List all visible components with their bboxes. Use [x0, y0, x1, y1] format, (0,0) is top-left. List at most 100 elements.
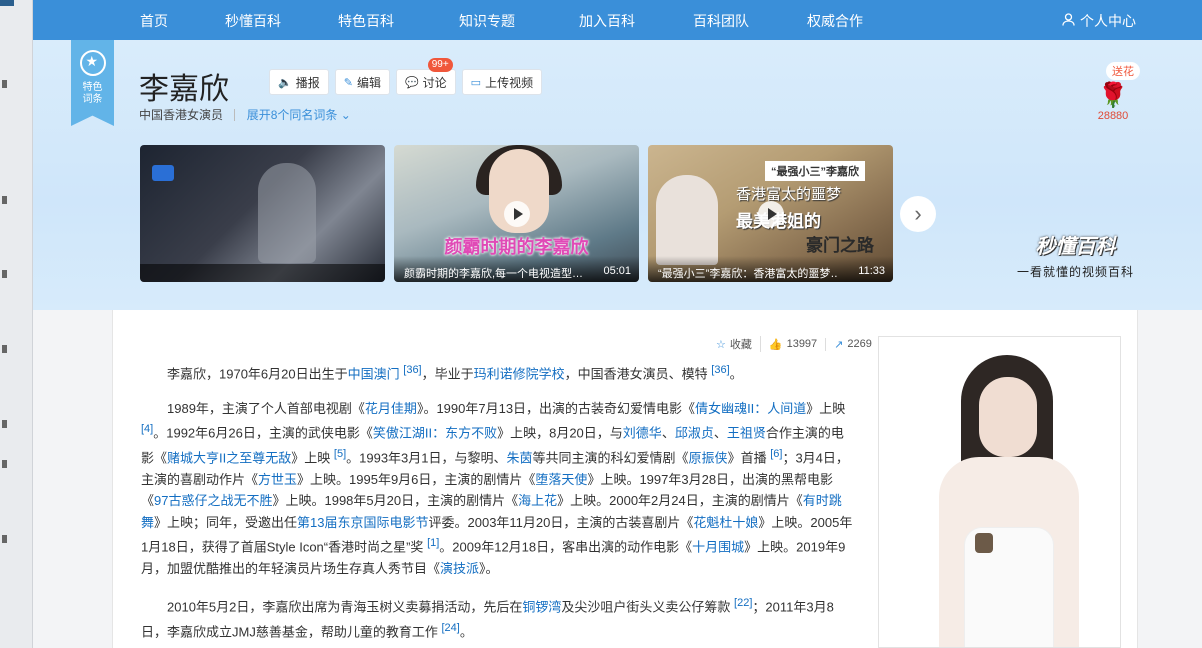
citation[interactable]: [22]: [734, 597, 752, 609]
broadcast-label: 播报: [295, 75, 320, 90]
edge-mark: [2, 345, 7, 353]
play-icon[interactable]: [758, 201, 784, 227]
star-icon: ☆: [716, 338, 726, 351]
link-film[interactable]: 方世玉: [258, 472, 297, 487]
link-film[interactable]: 花月佳期: [365, 401, 417, 416]
favorite-button[interactable]: ☆ 收藏: [708, 336, 761, 352]
send-flower-widget[interactable]: 送花 🌹 28880: [1083, 62, 1143, 122]
nav-join[interactable]: 加入百科: [579, 11, 635, 31]
video-card[interactable]: 颜霸时期的李嘉欣 颜霸时期的李嘉欣,每一个电视造型… 05:01: [394, 145, 639, 282]
edit-button[interactable]: ✎ 编辑: [334, 69, 390, 95]
link-film[interactable]: 赌城大亨II之至尊无敌: [167, 450, 291, 465]
expand-homonyms-link[interactable]: 展开8个同名词条 ⌄: [247, 108, 351, 122]
link-person[interactable]: 王祖贤: [727, 426, 766, 441]
citation[interactable]: [1]: [427, 537, 439, 549]
citation[interactable]: [4]: [141, 423, 153, 435]
nav-miaodong[interactable]: 秒懂百科: [225, 11, 281, 31]
edge-mark: [2, 80, 7, 88]
rose-icon: 🌹: [1098, 82, 1128, 109]
nav-topics[interactable]: 知识专题: [459, 11, 515, 31]
paragraph-intro: 李嘉欣，1970年6月20日出生于中国澳门 [36]，毕业于玛利诺修院学校，中国…: [167, 364, 743, 382]
pencil-icon: ✎: [343, 76, 353, 89]
video-subtitle-strip: [140, 264, 385, 282]
citation[interactable]: [36]: [711, 364, 729, 376]
brand-slogan: 一看就懂的视频百科: [1017, 265, 1135, 279]
nav-featured[interactable]: 特色百科: [338, 11, 394, 31]
chevron-right-icon: ›: [914, 201, 922, 226]
video-caption: “最强小三”李嘉欣：香港富太的噩梦… 11:33: [648, 256, 893, 282]
citation[interactable]: [6]: [770, 448, 782, 460]
window-corner: [0, 0, 14, 6]
entry-header: 特色 词条 李嘉欣 🔈 播报 ✎ 编辑 💬 讨论 99+ ▭ 上传视频 中国香港…: [33, 40, 1202, 310]
link-film[interactable]: 花魁杜十娘: [693, 515, 758, 530]
nav-partners[interactable]: 权威合作: [807, 11, 863, 31]
carousel-next-button[interactable]: ›: [900, 196, 936, 232]
nav-home[interactable]: 首页: [140, 11, 168, 31]
link-person[interactable]: 邱淑贞: [675, 426, 714, 441]
flower-count: 28880: [1097, 110, 1129, 122]
share-button[interactable]: ↗ 2269: [826, 338, 880, 351]
citation[interactable]: [36]: [403, 364, 421, 376]
video-overlay-line1: 香港富太的噩梦: [736, 186, 842, 203]
video-camera-icon: ▭: [470, 76, 482, 89]
edge-mark: [2, 196, 7, 204]
send-flower-label: 送花: [1106, 62, 1140, 80]
upload-video-label: 上传视频: [485, 75, 534, 90]
badge-line1: 特色: [82, 82, 103, 93]
link-person[interactable]: 刘德华: [623, 426, 662, 441]
edit-label: 编辑: [356, 75, 381, 90]
link-school[interactable]: 玛利诺修院学校: [474, 366, 565, 381]
citation[interactable]: [5]: [334, 448, 346, 460]
desktop-left-edge: [0, 0, 33, 648]
entry-subtitle-row: 中国香港女演员 展开8个同名词条 ⌄: [139, 106, 351, 123]
brand-logo: 秒懂百科: [1035, 236, 1116, 258]
link-film[interactable]: 十月围城: [692, 540, 744, 555]
nav-team[interactable]: 百科团队: [693, 11, 749, 31]
video-card[interactable]: “最强小三”李嘉欣 香港富太的噩梦 最美港姐的 豪门之路 “最强小三”李嘉欣：香…: [648, 145, 893, 282]
like-count: 13997: [786, 338, 818, 350]
link-film[interactable]: 海上花: [518, 493, 557, 508]
chevron-down-icon: ⌄: [340, 108, 351, 122]
play-icon[interactable]: [504, 201, 530, 227]
link-person[interactable]: 朱茵: [507, 450, 533, 465]
link-film[interactable]: 堕落天使: [535, 472, 587, 487]
paragraph-charity: 2010年5月2日，李嘉欣出席为青海玉树义卖募捐活动，先后在铜锣湾及尖沙咀户街头…: [141, 596, 834, 639]
video-card[interactable]: [140, 145, 385, 282]
discuss-button[interactable]: 💬 讨论 99+: [395, 58, 456, 95]
badge-line2: 词条: [82, 94, 103, 105]
miaodong-brand: 秒懂百科 一看就懂的视频百科: [1017, 230, 1134, 280]
user-center-label: 个人中心: [1080, 13, 1136, 29]
video-thumbnail-figure: [258, 163, 316, 263]
link-festival[interactable]: 第13届东京国际电影节: [297, 515, 428, 530]
upload-video-button[interactable]: ▭ 上传视频: [461, 69, 543, 95]
comment-icon: 💬: [404, 76, 419, 89]
broadcast-button[interactable]: 🔈 播报: [269, 69, 329, 95]
article-meta: ☆ 收藏 👍 13997 ↗ 2269: [708, 336, 880, 352]
video-title: “最强小三”李嘉欣：香港富太的噩梦…: [658, 268, 838, 280]
link-film[interactable]: 原振侠: [689, 450, 728, 465]
edge-mark: [2, 270, 7, 278]
link-film[interactable]: 笑傲江湖II：东方不败: [373, 426, 497, 441]
entry-title: 李嘉欣: [139, 73, 229, 106]
edge-mark: [2, 460, 7, 468]
portrait-photo[interactable]: [878, 336, 1121, 648]
entry-actions: 🔈 播报 ✎ 编辑 💬 讨论 99+ ▭ 上传视频: [269, 58, 543, 95]
citation[interactable]: [24]: [441, 622, 459, 634]
thumbs-up-icon: 👍: [768, 338, 783, 351]
link-film[interactable]: 97古惑仔之战无不胜: [154, 493, 272, 508]
link-show[interactable]: 演技派: [440, 561, 479, 576]
user-center-link[interactable]: 个人中心: [1062, 11, 1136, 31]
entry-subtitle: 中国香港女演员: [139, 108, 224, 122]
portrait-watch: [975, 533, 993, 553]
favorite-label: 收藏: [729, 339, 752, 351]
speaker-icon: 🔈: [278, 76, 292, 89]
discuss-label: 讨论: [422, 75, 447, 90]
like-button[interactable]: 👍 13997: [761, 337, 827, 351]
edge-mark: [2, 535, 7, 543]
link-film[interactable]: 倩女幽魂II：人间道: [695, 401, 806, 416]
paragraph-career: 1989年，主演了个人首部电视剧《花月佳期》。1990年7月13日，出演的古装奇…: [141, 400, 853, 577]
article-content: ☆ 收藏 👍 13997 ↗ 2269 李嘉欣，1970年6月20日出生于中国澳…: [112, 310, 1138, 648]
share-icon: ↗: [834, 338, 844, 351]
link-macau[interactable]: 中国澳门: [348, 366, 400, 381]
link-place[interactable]: 铜锣湾: [522, 599, 561, 614]
